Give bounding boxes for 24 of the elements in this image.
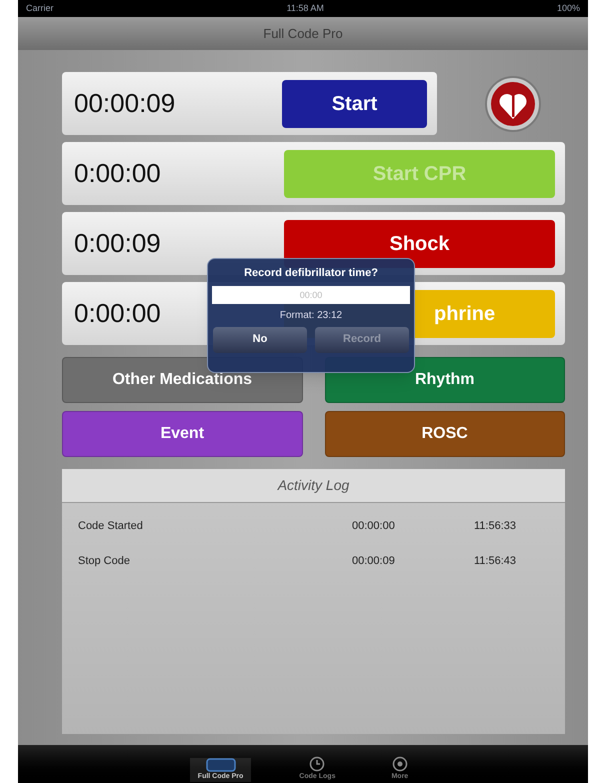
action-button[interactable]: ROSC [324, 411, 565, 457]
log-clock: 11:56:43 [474, 554, 516, 568]
timer-readout: 0:00:00 [74, 157, 161, 190]
log-elapsed: 00:00:00 [352, 519, 396, 534]
battery-label: 100% [556, 2, 580, 15]
log-elapsed: 00:00:09 [352, 554, 396, 568]
card-icon [206, 758, 236, 772]
timer-readout: 0:00:00 [74, 297, 161, 330]
carrier-label: Carrier [26, 2, 54, 15]
clock-label: 11:58 AM [286, 2, 324, 15]
activity-log-title: Activity Log [278, 476, 350, 495]
dialog-button[interactable]: No [213, 326, 307, 352]
log-clock: 11:56:33 [474, 519, 516, 534]
nav-title: Full Code Pro [263, 24, 343, 43]
time-input-field[interactable]: 00:00 [212, 286, 410, 304]
log-event: Stop Code [78, 554, 131, 568]
timer-button[interactable]: Start [282, 80, 427, 128]
timer-readout: 0:00:09 [74, 227, 161, 260]
log-event: Code Started [78, 519, 144, 534]
clock-icon [309, 756, 326, 772]
action-button[interactable]: Event [62, 411, 302, 457]
dialog-title: Record defibrillator time? [244, 266, 378, 281]
timer-button[interactable]: Shock [284, 220, 555, 268]
timer-readout: 00:00:09 [74, 87, 176, 120]
